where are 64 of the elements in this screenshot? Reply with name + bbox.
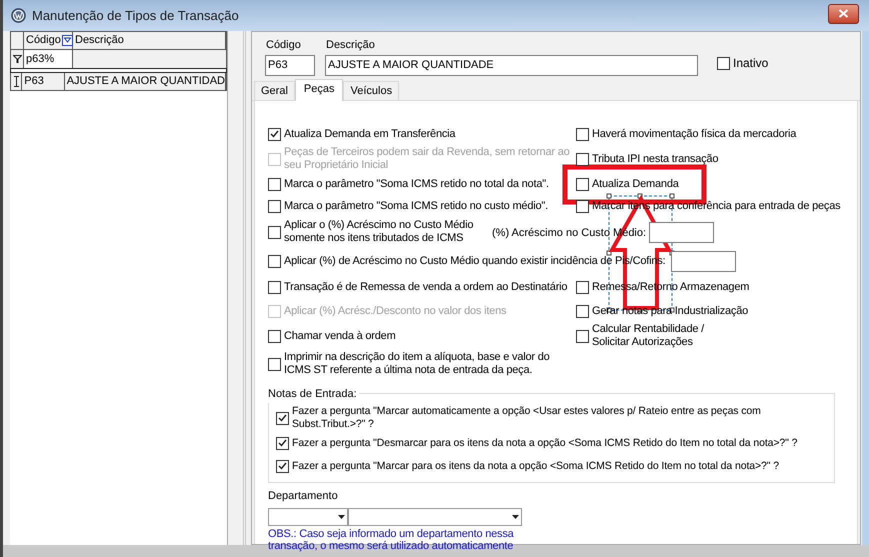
checkbox[interactable] [576,152,589,166]
text-field[interactable]: AJUSTE A MAIOR QUANTIDADE [325,55,698,76]
checkbox[interactable] [268,226,281,238]
checkbox-label: Imprimir na descrição do item a alíquota, base e valor do ICMS ST referente a última nota de entrada da peça. [284,351,551,377]
tab[interactable]: Peças [294,79,344,101]
column-header[interactable]: Código [24,32,73,49]
checkbox[interactable] [576,280,589,294]
checkbox[interactable] [268,330,281,342]
text-field[interactable] [671,250,736,272]
checkbox-label: Haverá movimentação física da mercadoria [592,128,796,140]
checkbox-label: Peças de Terceiros podem sair da Revenda, sem retornar ao seu Proprietário Inicial [284,146,571,172]
close-icon [838,9,849,18]
table-cell[interactable]: AJUSTE A MAIOR QUANTIDAD [64,73,226,90]
checkbox[interactable] [276,436,289,450]
checkbox-label: Marca o parâmetro "Soma ICMS retido no total da nota". [284,178,549,190]
checkbox-label: Fazer a pergunta "Desmarcar para os itens da nota a opção <Soma ICMS Retido do Item no total da nota>?" ? [292,436,798,450]
text-field[interactable] [649,222,714,242]
note-text: OBS.: Caso seja informado um departamento nessa transação, o mesmo será utilizado automaticamente [268,528,515,552]
funnel-icon [12,55,22,63]
table-cell[interactable]: P63 [22,73,65,90]
checkbox-label: Marca o parâmetro "Soma ICMS retido no custo médio". [284,200,548,212]
checkbox[interactable] [576,128,589,140]
group-title: Notas de Entrada: [268,386,359,402]
checkbox[interactable] [576,200,589,212]
checkbox-label: Tributa IPI nesta transação [592,152,718,166]
tab[interactable]: Geral [254,81,295,100]
checkbox-label: Aplicar o (%) Acréscimo no Custo Médio somente nos itens tributados de ICMS [284,219,474,245]
checkbox-label: Atualiza Demanda em Transferência [284,128,456,140]
checkbox[interactable] [268,200,281,212]
dropdown[interactable] [348,508,522,526]
checkbox[interactable] [576,330,589,342]
column-header[interactable]: Descrição [73,32,226,49]
checkbox[interactable] [717,56,730,70]
tab[interactable]: Veículos [343,81,400,100]
checkbox-label: Chamar venda à ordem [284,330,396,342]
checkbox[interactable] [268,280,281,294]
dropdown-arrow-icon [338,514,345,518]
dropdown[interactable] [268,508,348,526]
app-logo-icon [11,8,26,23]
dropdown-arrow-icon [512,514,519,518]
checkbox[interactable] [268,254,281,268]
checkbox[interactable] [268,358,281,370]
filter-field[interactable]: p63% [24,50,73,68]
checkbox-label: Fazer a pergunta "Marcar para os itens da nota a opção <Soma ICMS Retido do Item no total da nota>?" ? [292,460,780,472]
checkbox[interactable] [576,178,589,190]
checkbox-label: Inativo [733,55,768,72]
checkbox[interactable] [268,178,281,190]
filter-icon[interactable] [62,35,73,46]
checkbox[interactable] [268,128,281,140]
field-label: Departamento [268,489,339,504]
checkbox-label: Fazer a pergunta "Marcar automaticamente a opção <Usar estes valores p/ Rateio entre as peças com Subst.Tribut.>?" ? [292,405,762,431]
checkbox[interactable] [276,460,289,472]
field-label: Código [265,38,302,52]
field-label: Descrição [325,38,376,52]
checkbox-label: Aplicar (%) Acrésc./Desconto no valor dos itens [284,304,506,318]
close-button[interactable] [828,4,859,24]
checkbox-label: Atualiza Demanda [592,178,679,190]
checkbox-label: Transação é de Remessa de venda a ordem ao Destinatário [284,280,568,294]
checkbox[interactable] [576,304,589,318]
text-cursor-icon [12,76,20,87]
text-field[interactable]: P63 [265,55,315,76]
checkbox[interactable] [276,412,289,424]
checkbox-label: Calcular Rentabilidade / Solicitar Autorizações [592,323,706,349]
window-title: Manutenção de Tipos de Transação [32,6,239,25]
